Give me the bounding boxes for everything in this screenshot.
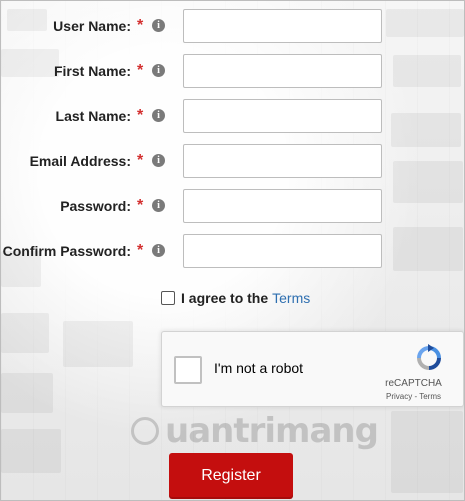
terms-link[interactable]: Terms: [272, 290, 310, 306]
required-star: *: [137, 17, 144, 34]
email-address-input[interactable]: [183, 144, 382, 178]
recaptcha-label: I'm not a robot: [214, 360, 304, 376]
agree-checkbox[interactable]: [161, 291, 175, 305]
email-address-row: Email Address: * i: [1, 144, 464, 178]
info-icon[interactable]: i: [152, 109, 165, 122]
required-star: *: [137, 197, 144, 214]
agree-terms-row: I agree to the Terms: [161, 289, 310, 307]
user-name-input[interactable]: [183, 9, 382, 43]
required-star: *: [137, 107, 144, 124]
recaptcha-brand: reCAPTCHA: [385, 378, 442, 389]
recaptcha-checkbox[interactable]: [174, 356, 202, 384]
first-name-label: First Name:: [53, 63, 131, 79]
recaptcha-links[interactable]: Privacy - Terms: [376, 392, 451, 401]
password-input[interactable]: [183, 189, 382, 223]
last-name-label: Last Name:: [55, 108, 131, 124]
agree-text: I agree to the: [181, 290, 269, 306]
background-tile: [1, 313, 49, 353]
last-name-input[interactable]: [183, 99, 382, 133]
confirm-password-input[interactable]: [183, 234, 382, 268]
background-tile: [63, 321, 133, 367]
info-icon[interactable]: i: [152, 244, 165, 257]
password-label: Password:: [60, 198, 131, 214]
last-name-row: Last Name: * i: [1, 99, 464, 133]
info-icon[interactable]: i: [152, 154, 165, 167]
info-icon[interactable]: i: [152, 199, 165, 212]
watermark-text: uantrimang: [165, 411, 379, 451]
register-button[interactable]: Register: [169, 453, 293, 499]
recaptcha-widget: I'm not a robot reCAPTCHA Privacy - Term…: [161, 331, 464, 407]
recaptcha-logo-icon: [417, 344, 441, 370]
watermark-logo-icon: [131, 417, 159, 445]
password-row: Password: * i: [1, 189, 464, 223]
confirm-password-row: Confirm Password: * i: [1, 234, 464, 268]
info-icon[interactable]: i: [152, 64, 165, 77]
first-name-row: First Name: * i: [1, 54, 464, 88]
background-tile: [1, 373, 53, 413]
required-star: *: [137, 62, 144, 79]
registration-page: User Name: * i First Name: * i Last Name…: [0, 0, 465, 501]
user-name-row: User Name: * i: [1, 9, 464, 43]
watermark: uantrimang: [131, 411, 379, 451]
background-tile: [1, 429, 61, 473]
user-name-label: User Name:: [53, 18, 131, 34]
required-star: *: [137, 152, 144, 169]
info-icon[interactable]: i: [152, 19, 165, 32]
confirm-password-label: Confirm Password:: [2, 243, 131, 259]
required-star: *: [137, 242, 144, 259]
email-address-label: Email Address:: [29, 153, 131, 169]
first-name-input[interactable]: [183, 54, 382, 88]
background-tile: [391, 411, 463, 493]
